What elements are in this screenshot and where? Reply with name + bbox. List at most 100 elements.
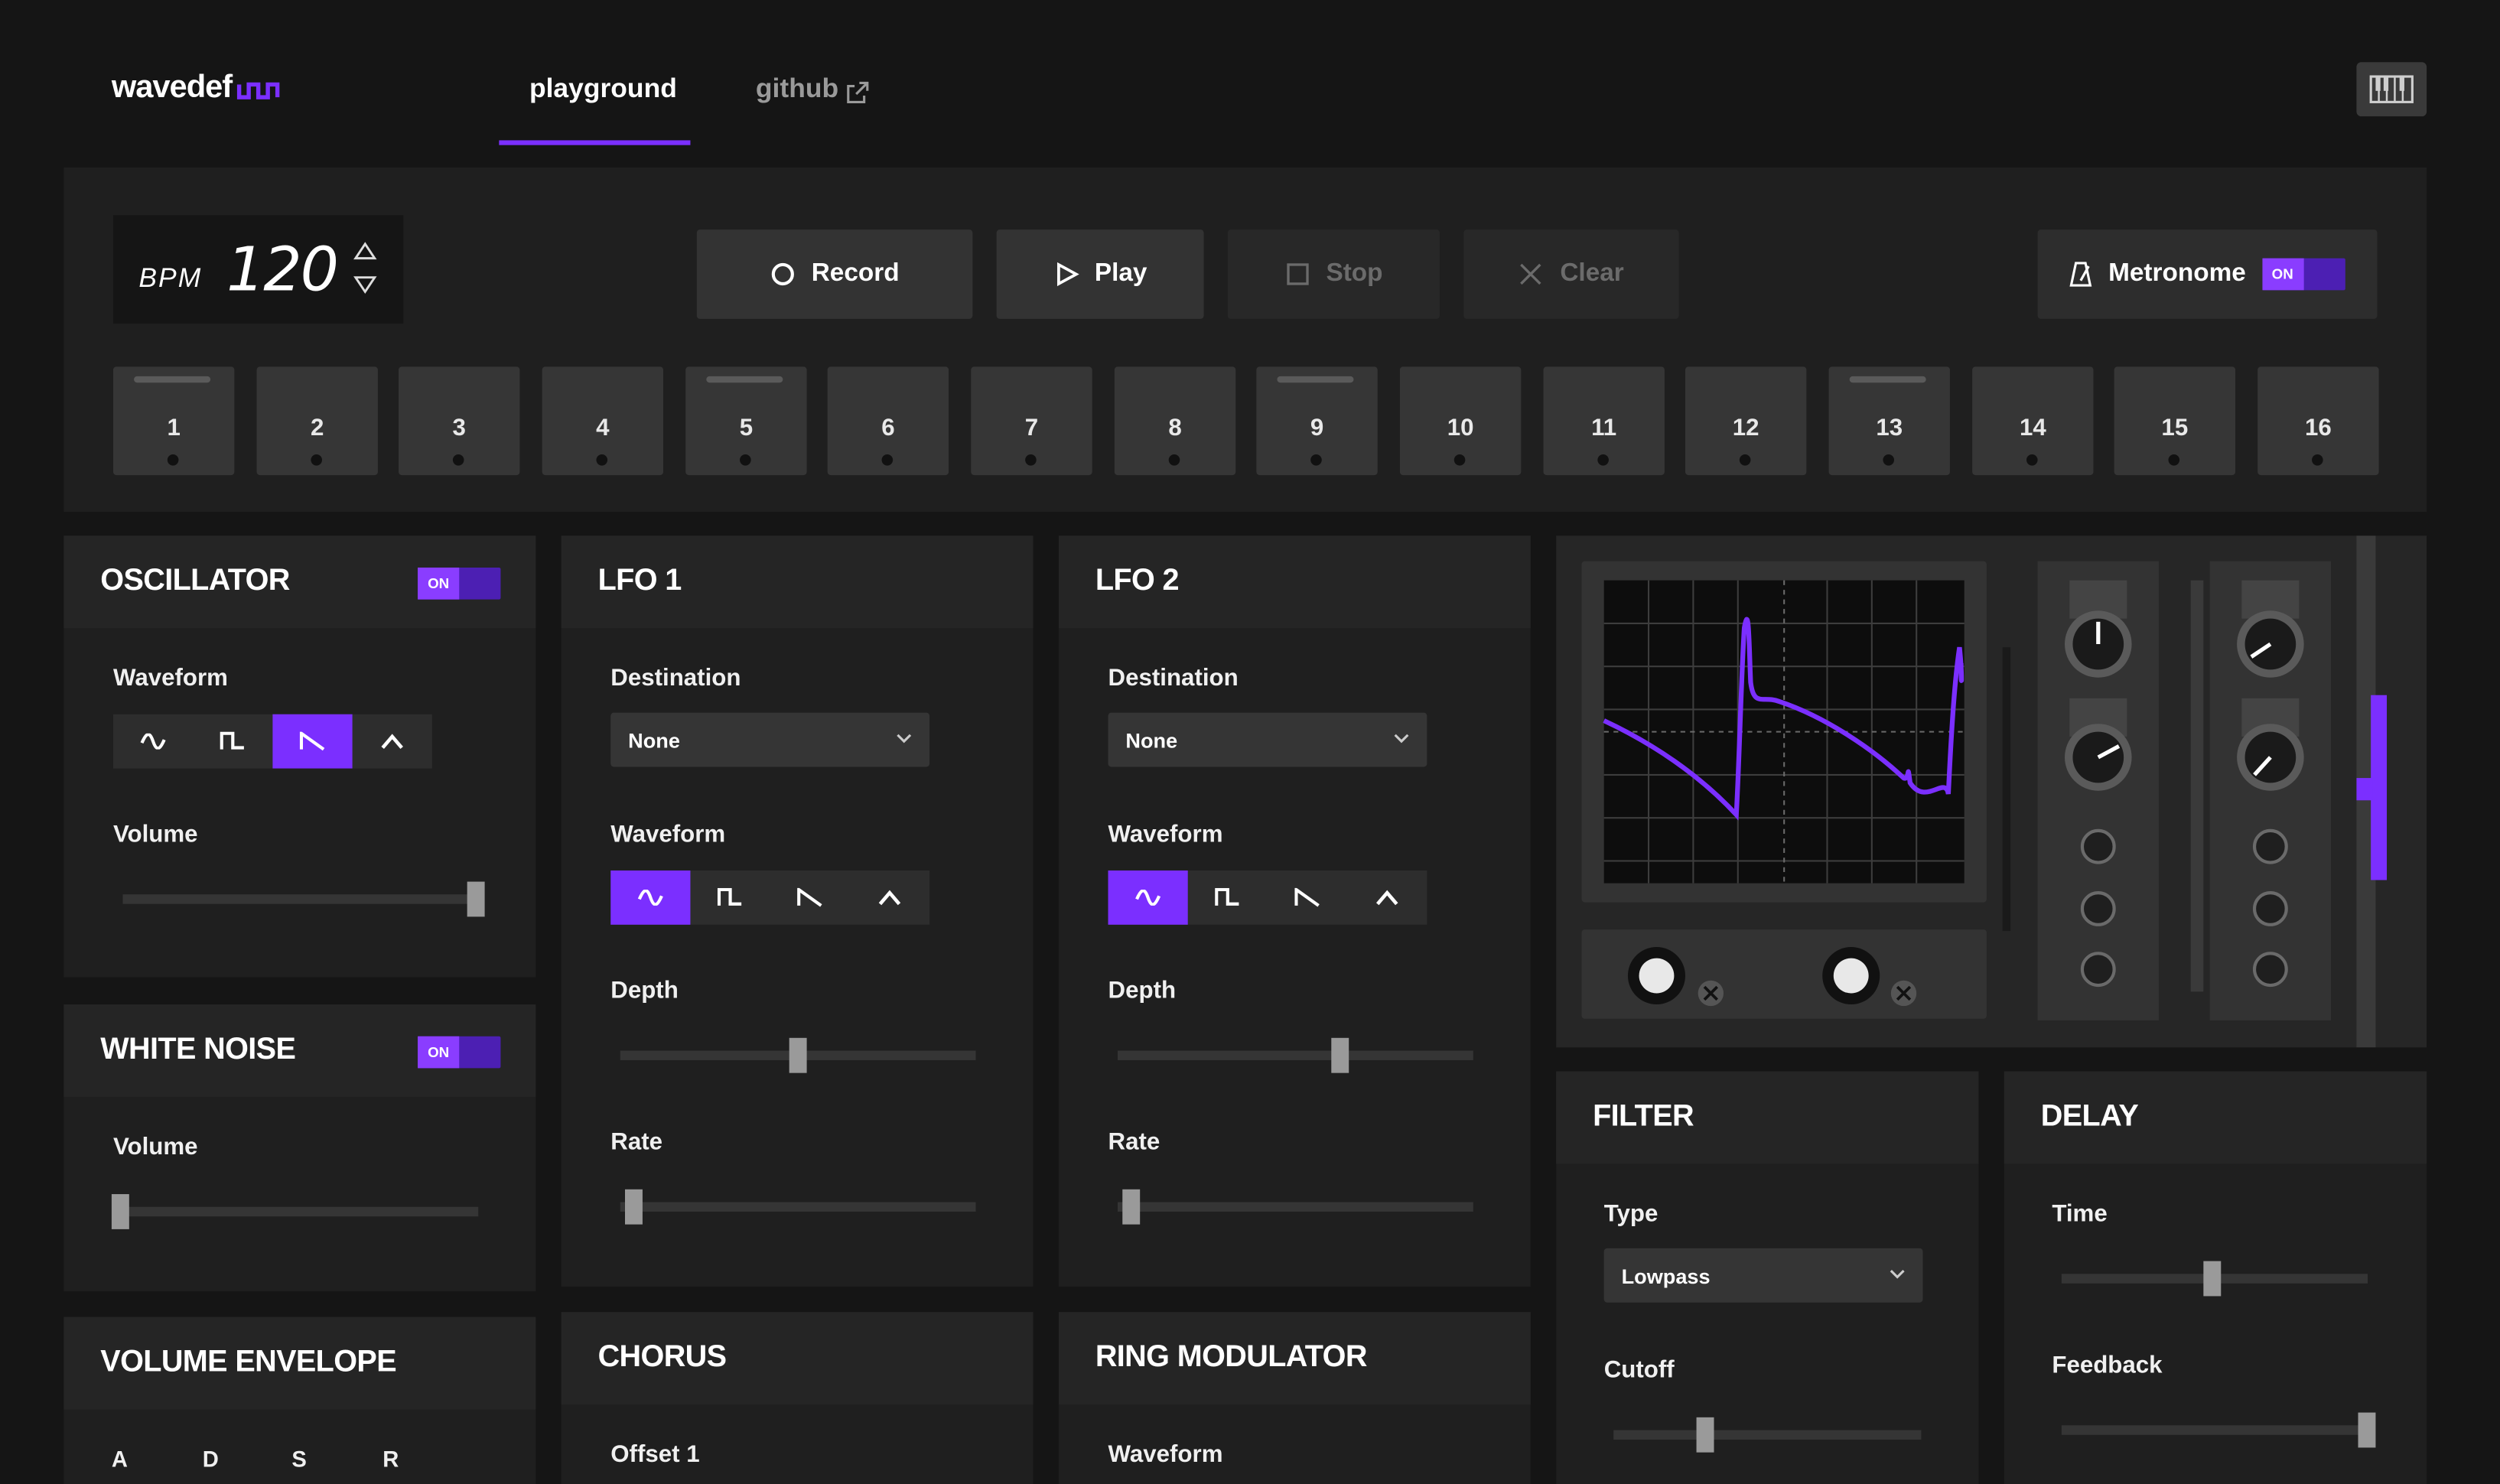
metronome-label: Metronome (2108, 259, 2246, 288)
triangle-wave-icon (1375, 890, 1398, 906)
clear-button[interactable]: Clear (1463, 229, 1679, 319)
tab-playground[interactable]: playground (529, 73, 677, 106)
lfo2-destination-select[interactable]: None (1108, 712, 1427, 767)
step-indicator (1310, 454, 1322, 466)
step-active-bar (134, 376, 211, 383)
step-button[interactable]: 2 (256, 366, 378, 476)
step-button[interactable]: 12 (1685, 366, 1807, 476)
step-indicator (740, 454, 751, 466)
step-button[interactable]: 4 (542, 366, 664, 476)
step-active-bar (1849, 376, 1926, 383)
oscillator-waveform-selector (112, 714, 432, 769)
triangle-wave-button[interactable] (850, 871, 929, 925)
lfo2-waveform-selector (1108, 870, 1427, 925)
record-button[interactable]: Record (696, 229, 973, 319)
filter-cutoff-track (1613, 1430, 1922, 1440)
triangle-wave-button[interactable] (1347, 871, 1427, 925)
sawtooth-wave-button[interactable] (272, 714, 353, 769)
delay-title: DELAY (2040, 1100, 2139, 1134)
white-noise-volume-slider[interactable] (111, 1194, 129, 1229)
oscillator-toggle[interactable]: ON (418, 567, 501, 600)
close-icon (1521, 263, 1542, 285)
lfo2-depth-slider[interactable] (1331, 1037, 1349, 1073)
lfo1-destination-select[interactable]: None (610, 712, 930, 767)
delay-time-slider[interactable] (2203, 1261, 2222, 1297)
sine-wave-icon (637, 889, 663, 906)
step-button[interactable]: 16 (2257, 366, 2379, 476)
triangle-wave-button[interactable] (353, 714, 432, 769)
square-wave-icon (220, 731, 244, 750)
metronome-button[interactable]: Metronome ON (2037, 229, 2378, 319)
metronome-toggle-state: ON (2261, 258, 2303, 291)
filter-cutoff-slider[interactable] (1696, 1417, 1714, 1453)
sawtooth-wave-button[interactable] (770, 871, 850, 925)
filter-type-select[interactable]: Lowpass (1603, 1248, 1923, 1303)
square-wave-button[interactable] (193, 714, 272, 769)
white-noise-volume-track (121, 1206, 479, 1217)
step-button[interactable]: 14 (1972, 366, 2094, 476)
sine-wave-button[interactable] (610, 870, 691, 925)
sawtooth-wave-button[interactable] (1268, 871, 1347, 925)
tab-github[interactable]: github (756, 73, 838, 106)
lfo1-depth-slider[interactable] (789, 1037, 807, 1073)
sine-wave-button[interactable] (1108, 870, 1188, 925)
metronome-toggle[interactable]: ON (2261, 258, 2345, 291)
step-button[interactable]: 15 (2114, 366, 2236, 476)
stop-button[interactable]: Stop (1227, 229, 1440, 319)
clear-label: Clear (1560, 259, 1624, 288)
lfo2-depth-track (1118, 1050, 1473, 1060)
play-icon (1056, 262, 1079, 287)
oscillator-volume-slider[interactable] (467, 881, 485, 917)
app-logo[interactable]: wavedef (112, 70, 233, 107)
lfo1-rate-track (620, 1202, 976, 1212)
oscillator-volume-track (122, 894, 483, 904)
square-wave-button[interactable] (1188, 871, 1268, 925)
step-button[interactable]: 1 (112, 366, 235, 476)
delay-feedback-slider[interactable] (2358, 1412, 2376, 1448)
step-indicator (1025, 454, 1037, 466)
bpm-increase-icon[interactable] (353, 241, 378, 262)
step-button[interactable]: 9 (1256, 366, 1378, 476)
step-button[interactable]: 3 (399, 366, 520, 476)
keyboard-button[interactable] (2356, 62, 2427, 117)
step-number: 11 (1591, 414, 1617, 442)
lfo1-rate-slider[interactable] (625, 1189, 643, 1225)
step-button[interactable]: 6 (827, 366, 949, 476)
step-button[interactable]: 11 (1543, 366, 1665, 476)
step-indicator (452, 454, 464, 466)
play-button[interactable]: Play (996, 229, 1204, 319)
record-icon (771, 262, 794, 286)
step-button[interactable]: 13 (1828, 366, 1950, 476)
filter-title: FILTER (1593, 1100, 1694, 1134)
step-button[interactable]: 5 (685, 366, 807, 476)
chevron-down-icon (1890, 1269, 1905, 1279)
step-number: 6 (881, 414, 895, 442)
bpm-label: BPM (138, 262, 203, 294)
step-number: 9 (1310, 414, 1324, 442)
bpm-decrease-icon[interactable] (353, 274, 378, 295)
lfo1-waveform-selector (610, 870, 930, 925)
external-link-icon (847, 81, 869, 103)
square-wave-logo-icon (236, 82, 280, 99)
step-number: 10 (1447, 414, 1474, 442)
step-button[interactable]: 7 (971, 366, 1092, 476)
envelope-release-label: R (382, 1446, 399, 1472)
delay-time-label: Time (2052, 1200, 2108, 1228)
step-indicator (596, 454, 608, 466)
step-active-bar (706, 376, 783, 383)
white-noise-toggle[interactable]: ON (418, 1036, 501, 1069)
sine-wave-button[interactable] (113, 714, 193, 769)
chorus-title: CHORUS (597, 1340, 727, 1375)
filter-type-value: Lowpass (1621, 1264, 1711, 1289)
filter-type-label: Type (1603, 1200, 1659, 1228)
stop-label: Stop (1326, 259, 1383, 288)
bpm-value[interactable]: 120 (226, 234, 339, 304)
step-indicator (2026, 454, 2038, 466)
lfo2-rate-slider[interactable] (1122, 1189, 1141, 1225)
step-active-bar (1277, 376, 1354, 383)
step-button[interactable]: 10 (1399, 366, 1522, 476)
delay-feedback-label: Feedback (2052, 1352, 2163, 1379)
step-button[interactable]: 8 (1114, 366, 1236, 476)
square-wave-button[interactable] (690, 871, 770, 925)
step-number: 15 (2161, 414, 2189, 442)
